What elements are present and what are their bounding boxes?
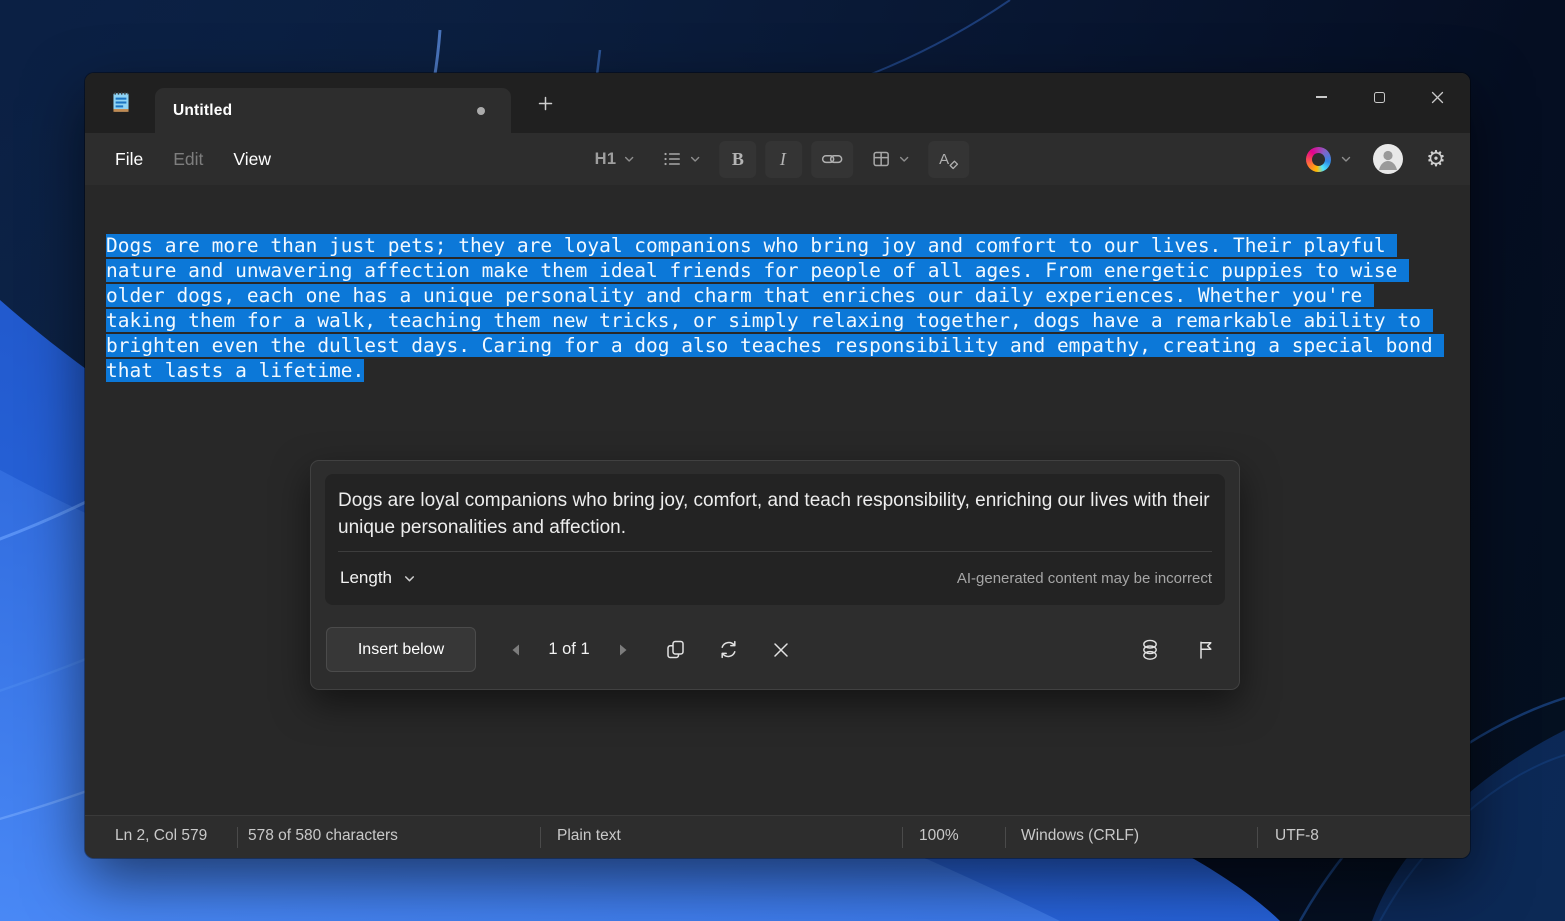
new-tab-button[interactable]: [527, 85, 563, 121]
user-avatar-icon: [1373, 144, 1403, 174]
cursor-position: Ln 2, Col 579: [115, 827, 207, 845]
list-style-dropdown[interactable]: [653, 141, 710, 178]
table-icon: [871, 149, 891, 169]
heading-style-label: H1: [595, 150, 617, 169]
encoding: UTF-8: [1275, 827, 1319, 845]
chevron-down-icon: [689, 153, 701, 165]
copilot-button[interactable]: [1300, 142, 1358, 177]
refresh-icon: [718, 639, 739, 660]
statusbar-separator: [1257, 827, 1258, 848]
format-toolbar: H1 B I: [586, 133, 970, 185]
length-dropdown[interactable]: Length: [338, 564, 418, 592]
notepad-app-icon: [107, 89, 135, 117]
dismiss-button[interactable]: [763, 632, 799, 668]
notepad-window: Untitled File Edit View H1: [85, 73, 1470, 858]
summary-text: Dogs are loyal companions who bring joy,…: [338, 487, 1218, 541]
bold-icon: B: [732, 149, 744, 170]
menubar: File Edit View H1 B I: [85, 133, 1470, 185]
line-ending: Windows (CRLF): [1021, 827, 1139, 845]
clear-formatting-icon: A: [937, 149, 960, 170]
next-result-button[interactable]: [606, 633, 640, 667]
chevron-down-icon: [623, 153, 635, 165]
coins-stack-icon: [1139, 638, 1161, 662]
titlebar[interactable]: Untitled: [85, 73, 1470, 133]
ai-disclaimer-text: AI-generated content may be incorrect: [957, 570, 1212, 587]
menu-edit[interactable]: Edit: [158, 143, 218, 176]
editor-line: that lasts a lifetime.: [106, 358, 1470, 383]
copy-button[interactable]: [657, 632, 693, 668]
maximize-icon: [1374, 92, 1385, 103]
character-count: 578 of 580 characters: [248, 827, 398, 845]
regenerate-button[interactable]: [710, 632, 746, 668]
chevron-down-icon: [1340, 153, 1352, 165]
settings-button[interactable]: ⚙: [1418, 141, 1454, 177]
flag-icon: [1196, 639, 1216, 660]
copilot-summary-popup: Dogs are loyal companions who bring joy,…: [310, 460, 1240, 690]
titlebar-right-cluster: ⚙: [1300, 133, 1454, 185]
chevron-down-icon: [403, 572, 416, 585]
zoom-level[interactable]: 100%: [919, 827, 959, 845]
close-icon: [1431, 91, 1444, 104]
statusbar-separator: [237, 827, 238, 848]
copilot-icon: [1302, 143, 1334, 175]
minimize-icon: [1316, 96, 1327, 97]
clear-formatting-button[interactable]: A: [928, 141, 969, 178]
editor-line: older dogs, each one has a unique person…: [106, 283, 1470, 308]
plus-icon: [538, 96, 553, 111]
triangle-right-icon: [618, 643, 629, 657]
italic-icon: I: [780, 149, 788, 170]
editor-line: taking them for a walk, teaching them ne…: [106, 308, 1470, 333]
close-button[interactable]: [1408, 78, 1466, 116]
editor-line-empty: [106, 208, 1470, 233]
close-icon: [772, 641, 790, 659]
editor-line: brighten even the dullest days. Caring f…: [106, 333, 1470, 358]
copy-icon: [665, 639, 686, 660]
statusbar: Ln 2, Col 579 578 of 580 characters Plai…: [85, 815, 1470, 858]
summary-card: Dogs are loyal companions who bring joy,…: [325, 474, 1225, 605]
document-format: Plain text: [557, 827, 621, 845]
unsaved-changes-dot: [477, 107, 485, 115]
insert-below-button[interactable]: Insert below: [326, 627, 476, 672]
tab-untitled[interactable]: Untitled: [155, 88, 511, 133]
triangle-left-icon: [510, 643, 521, 657]
chevron-down-icon: [898, 153, 910, 165]
ai-credits-button[interactable]: [1132, 632, 1168, 668]
previous-result-button[interactable]: [498, 633, 532, 667]
report-feedback-button[interactable]: [1188, 632, 1224, 668]
account-button[interactable]: [1373, 144, 1403, 174]
gear-icon: ⚙: [1426, 148, 1446, 170]
editor-line: Dogs are more than just pets; they are l…: [106, 233, 1470, 258]
heading-style-dropdown[interactable]: H1: [586, 141, 645, 178]
statusbar-separator: [1005, 827, 1006, 848]
insert-table-dropdown[interactable]: [862, 141, 919, 178]
editor-line: nature and unwavering affection make the…: [106, 258, 1470, 283]
tab-title: Untitled: [173, 102, 232, 120]
svg-text:A: A: [939, 151, 949, 168]
menu-view[interactable]: View: [218, 143, 286, 176]
insert-link-button[interactable]: [811, 141, 853, 178]
statusbar-separator: [540, 827, 541, 848]
minimize-button[interactable]: [1292, 78, 1350, 116]
statusbar-separator: [902, 827, 903, 848]
bullet-list-icon: [662, 149, 682, 169]
popup-actions: Insert below 1 of 1: [326, 627, 1224, 672]
pagination-label: 1 of 1: [532, 640, 606, 659]
italic-button[interactable]: I: [765, 141, 802, 178]
length-label: Length: [340, 568, 392, 588]
bold-button[interactable]: B: [719, 141, 756, 178]
maximize-button[interactable]: [1350, 78, 1408, 116]
link-icon: [820, 148, 844, 170]
menu-file[interactable]: File: [100, 143, 158, 176]
